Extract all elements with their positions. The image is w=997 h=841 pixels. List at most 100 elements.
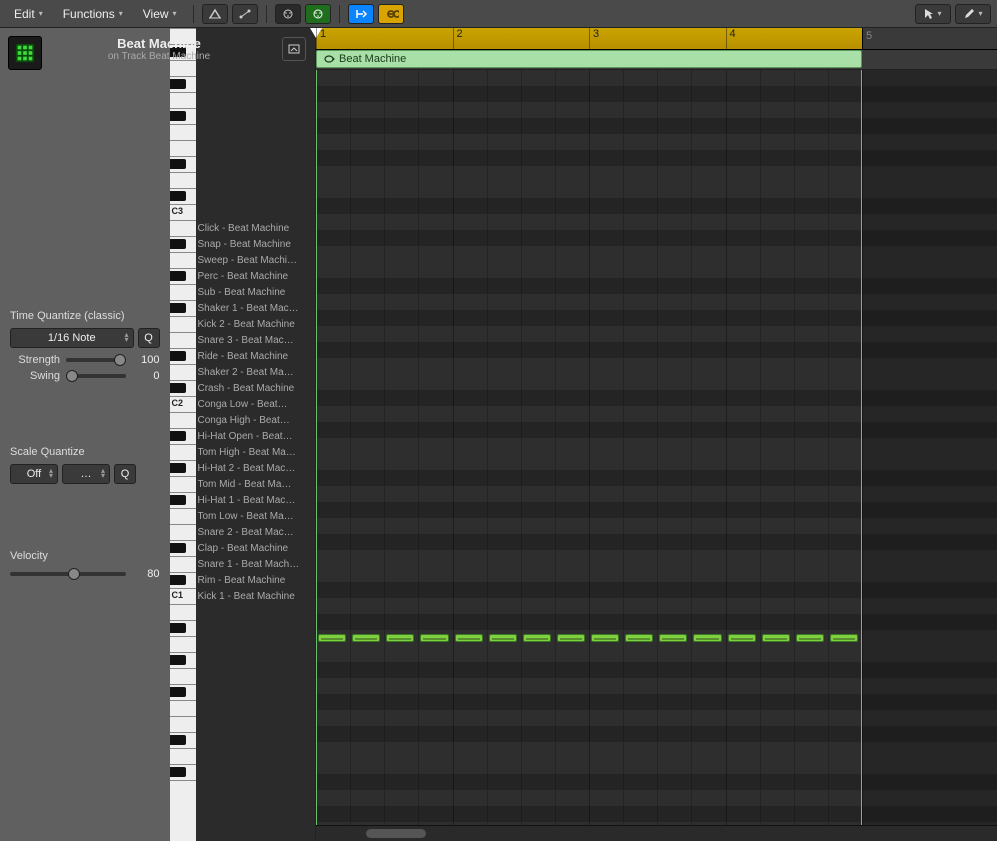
velocity-label: Velocity: [10, 550, 160, 562]
midi-note[interactable]: [728, 634, 756, 642]
lane-label[interactable]: Ride - Beat Machine: [198, 348, 314, 364]
stepper-arrows-icon: ▴▾: [49, 469, 53, 479]
lane-label[interactable]: Kick 2 - Beat Machine: [198, 316, 314, 332]
midi-in-button[interactable]: [275, 4, 301, 24]
chevron-down-icon: ▾: [978, 9, 982, 18]
swing-slider[interactable]: [66, 374, 126, 378]
snap-toggle-button[interactable]: [202, 4, 228, 24]
view-menu[interactable]: View▾: [135, 4, 185, 24]
lane-label[interactable]: Snare 1 - Beat Mach…: [198, 556, 314, 572]
bar-number: 1: [316, 28, 326, 49]
piano-keyboard[interactable]: C3C2C1: [170, 28, 196, 841]
region-name: Beat Machine: [339, 53, 406, 65]
chevron-down-icon: ▾: [937, 9, 941, 18]
time-quantize-value: 1/16 Note: [48, 332, 96, 344]
scale-quantize-label: Scale Quantize: [10, 446, 160, 458]
lane-label[interactable]: Tom Low - Beat Ma…: [198, 508, 314, 524]
midi-note[interactable]: [420, 634, 448, 642]
midi-note[interactable]: [557, 634, 585, 642]
strength-value: 100: [132, 354, 160, 366]
time-quantize-select[interactable]: 1/16 Note ▴▾: [10, 328, 134, 348]
functions-menu-label: Functions: [63, 7, 115, 21]
quantize-button[interactable]: Q: [138, 328, 160, 348]
lane-label[interactable]: Click - Beat Machine: [198, 220, 314, 236]
chevron-down-icon: ▾: [119, 9, 123, 18]
lane-label[interactable]: Crash - Beat Machine: [198, 380, 314, 396]
lane-label[interactable]: Hi-Hat 2 - Beat Mac…: [198, 460, 314, 476]
strength-slider[interactable]: [66, 358, 126, 362]
midi-out-button[interactable]: [305, 4, 331, 24]
track-icon: [8, 36, 42, 70]
scale-quantize-extra-value: …: [81, 468, 92, 480]
velocity-slider[interactable]: [10, 572, 126, 576]
piano-roll-toolbar: Edit▾ Functions▾ View▾ ▾ ▾: [0, 0, 997, 28]
edit-menu[interactable]: Edit▾: [6, 4, 51, 24]
snap-icon: [208, 8, 222, 20]
lane-label[interactable]: Sub - Beat Machine: [198, 284, 314, 300]
stepper-arrows-icon: ▴▾: [124, 333, 128, 343]
note-grid[interactable]: 5 1234 Beat Machine: [316, 70, 997, 841]
lane-labels: Click - Beat MachineSnap - Beat MachineS…: [196, 28, 316, 841]
bar-number: 3: [589, 28, 599, 49]
lane-label[interactable]: Tom Mid - Beat Ma…: [198, 476, 314, 492]
pencil-tool-button[interactable]: ▾: [955, 4, 991, 24]
strength-label: Strength: [10, 354, 60, 366]
lane-label[interactable]: Sweep - Beat Machi…: [198, 252, 314, 268]
view-menu-label: View: [143, 7, 169, 21]
collapse-inspector-button[interactable]: [282, 37, 306, 61]
midi-note[interactable]: [318, 634, 346, 642]
pointer-tool-button[interactable]: ▾: [915, 4, 951, 24]
midi-note[interactable]: [591, 634, 619, 642]
bar-ruler[interactable]: 5 1234: [316, 28, 997, 50]
lane-label[interactable]: Shaker 2 - Beat Ma…: [198, 364, 314, 380]
automation-icon: [238, 8, 252, 20]
midi-out-icon: [311, 8, 325, 20]
lane-label[interactable]: Hi-Hat Open - Beat…: [198, 428, 314, 444]
automation-toggle-button[interactable]: [232, 4, 258, 24]
midi-note[interactable]: [455, 634, 483, 642]
midi-note[interactable]: [625, 634, 653, 642]
region-header[interactable]: Beat Machine: [316, 50, 862, 68]
scale-quantize-extra-select[interactable]: … ▴▾: [62, 464, 110, 484]
toolbar-right-group: ▾ ▾: [915, 4, 991, 24]
pencil-icon: [963, 8, 975, 20]
catch-icon: [354, 8, 368, 20]
horizontal-scrollbar[interactable]: [316, 825, 997, 841]
functions-menu[interactable]: Functions ▾: [55, 4, 131, 24]
midi-note[interactable]: [830, 634, 858, 642]
scale-quantize-button[interactable]: Q: [114, 464, 136, 484]
lane-label[interactable]: Tom High - Beat Ma…: [198, 444, 314, 460]
lane-label[interactable]: Shaker 1 - Beat Mac…: [198, 300, 314, 316]
inspector-panel: Time Quantize (classic) 1/16 Note ▴▾ Q S…: [0, 28, 170, 841]
link-button[interactable]: [378, 4, 404, 24]
bar-number: 5: [866, 30, 872, 42]
scale-quantize-value: Off: [27, 468, 41, 480]
midi-note[interactable]: [659, 634, 687, 642]
lane-label[interactable]: Snare 2 - Beat Mac…: [198, 524, 314, 540]
lane-label[interactable]: Hi-Hat 1 - Beat Mac…: [198, 492, 314, 508]
midi-note[interactable]: [386, 634, 414, 642]
toolbar-separator: [266, 5, 267, 23]
midi-note[interactable]: [489, 634, 517, 642]
toolbar-separator: [193, 5, 194, 23]
lane-label[interactable]: Kick 1 - Beat Machine: [198, 588, 314, 604]
swing-label: Swing: [10, 370, 60, 382]
pointer-icon: [924, 8, 934, 20]
drum-machine-icon: [14, 42, 36, 64]
lane-label[interactable]: Conga High - Beat…: [198, 412, 314, 428]
midi-in-icon: [281, 8, 295, 20]
midi-note[interactable]: [762, 634, 790, 642]
lane-label[interactable]: Snap - Beat Machine: [198, 236, 314, 252]
midi-note[interactable]: [693, 634, 721, 642]
lane-label[interactable]: Rim - Beat Machine: [198, 572, 314, 588]
midi-note[interactable]: [796, 634, 824, 642]
loop-icon: [323, 54, 335, 64]
midi-note[interactable]: [352, 634, 380, 642]
midi-note[interactable]: [523, 634, 551, 642]
lane-label[interactable]: Clap - Beat Machine: [198, 540, 314, 556]
lane-label[interactable]: Snare 3 - Beat Mac…: [198, 332, 314, 348]
scale-quantize-select[interactable]: Off ▴▾: [10, 464, 58, 484]
catch-playhead-button[interactable]: [348, 4, 374, 24]
lane-label[interactable]: Conga Low - Beat…: [198, 396, 314, 412]
lane-label[interactable]: Perc - Beat Machine: [198, 268, 314, 284]
